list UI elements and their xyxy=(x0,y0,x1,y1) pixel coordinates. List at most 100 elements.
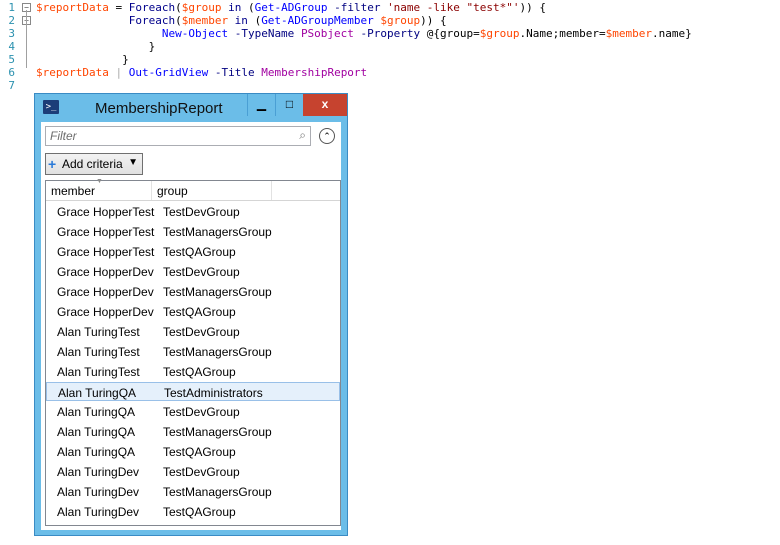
add-criteria-label: Add criteria xyxy=(62,157,123,171)
filter-input[interactable] xyxy=(48,128,288,144)
code-line[interactable]: 3 New-Object -TypeName PSobject -Propert… xyxy=(0,27,780,40)
code-token: $reportData xyxy=(36,1,109,14)
line-number: 3 xyxy=(8,27,15,40)
table-row[interactable]: Grace HopperTest TestQAGroup xyxy=(46,242,340,261)
code-token: )) { xyxy=(519,1,547,14)
table-row[interactable]: Alan TuringTest TestDevGroup xyxy=(46,322,340,341)
group-cell: TestManagersGroup xyxy=(163,425,272,439)
member-cell: Alan TuringTest xyxy=(57,345,140,359)
code-token: )) { xyxy=(420,14,447,27)
group-cell: TestDevGroup xyxy=(163,325,240,339)
member-cell: Grace HopperTest xyxy=(57,225,155,239)
window-client-area: ⌕ ⌃ + Add criteria ▼ ▼ member group Grac… xyxy=(41,122,341,530)
table-row[interactable]: Grace HopperDev TestManagersGroup xyxy=(46,282,340,301)
code-token: ( xyxy=(247,1,255,14)
results-grid[interactable]: ▼ member group Grace HopperTest TestDevGr… xyxy=(45,178,341,526)
group-cell: TestQAGroup xyxy=(163,245,236,259)
code-token: Foreach xyxy=(128,14,176,27)
code-token: $group xyxy=(479,27,520,40)
member-cell: Grace HopperDev xyxy=(57,305,154,319)
code-token: | xyxy=(108,66,129,79)
table-row[interactable]: Alan TuringDev TestQAGroup xyxy=(46,502,340,521)
member-cell: Alan TuringQA xyxy=(58,386,137,400)
code-token: MembershipReport xyxy=(261,66,368,79)
member-cell: Alan TuringTest xyxy=(57,325,140,339)
table-row[interactable]: Alan TuringQA TestAdministrators xyxy=(46,382,340,401)
add-criteria-button[interactable]: + Add criteria ▼ xyxy=(45,153,143,175)
code-token: } xyxy=(36,40,156,53)
group-cell: TestManagersGroup xyxy=(163,345,272,359)
title-bar[interactable]: >_ MembershipReport ▁ □ x xyxy=(35,94,347,122)
table-row[interactable]: Alan TuringQA TestManagersGroup xyxy=(46,422,340,441)
gridview-window: >_ MembershipReport ▁ □ x ⌕ ⌃ + Add crit… xyxy=(34,93,348,536)
code-token: 'name -like "test*"' xyxy=(387,1,520,14)
code-text: Foreach($member in (Get-ADGroupMember $g… xyxy=(36,14,447,27)
code-token: $group xyxy=(380,14,421,27)
group-cell: TestDevGroup xyxy=(163,465,240,479)
member-cell: Grace HopperDev xyxy=(57,285,154,299)
line-number: 5 xyxy=(8,53,15,66)
code-token: PSobject xyxy=(300,27,354,40)
code-token: New-Object xyxy=(161,27,229,40)
column-header-group[interactable]: group xyxy=(152,181,272,200)
table-row[interactable]: Alan TuringQA TestDevGroup xyxy=(46,402,340,421)
code-text: } xyxy=(36,53,129,66)
code-token: Foreach xyxy=(128,1,176,14)
minimize-button[interactable]: ▁ xyxy=(247,94,275,116)
table-row[interactable]: Grace HopperDev TestQAGroup xyxy=(46,302,340,321)
line-number: 2 xyxy=(8,14,15,27)
code-line[interactable]: 1− $reportData = Foreach($group in (Get-A… xyxy=(0,1,780,14)
line-number: 4 xyxy=(8,40,15,53)
table-row[interactable]: Grace HopperDev TestDevGroup xyxy=(46,262,340,281)
code-token: $group xyxy=(181,1,222,14)
code-token: Get-ADGroup xyxy=(254,1,328,14)
script-editor[interactable]: 1− $reportData = Foreach($group in (Get-A… xyxy=(0,0,780,92)
code-line[interactable]: 5 } xyxy=(0,53,780,66)
group-cell: TestQAGroup xyxy=(163,365,236,379)
collapse-criteria-button[interactable]: ⌃ xyxy=(319,128,335,144)
group-cell: TestManagersGroup xyxy=(163,485,272,499)
group-cell: TestDevGroup xyxy=(163,205,240,219)
column-header-label: member xyxy=(51,184,96,198)
table-row[interactable]: Alan TuringDev TestManagersGroup xyxy=(46,482,340,501)
table-row[interactable]: Alan TuringDev TestDevGroup xyxy=(46,462,340,481)
code-token: in xyxy=(221,1,248,14)
code-line[interactable]: 4 } xyxy=(0,40,780,53)
code-line[interactable]: 7 xyxy=(0,79,780,92)
line-number: 6 xyxy=(8,66,15,79)
line-number: 1 xyxy=(8,1,15,14)
table-row[interactable]: Grace HopperTest TestManagersGroup xyxy=(46,222,340,241)
table-row[interactable]: Alan TuringTest TestQAGroup xyxy=(46,362,340,381)
table-row[interactable]: Alan TuringTest TestManagersGroup xyxy=(46,342,340,361)
code-token: -Title xyxy=(214,66,255,79)
filter-box[interactable]: ⌕ xyxy=(45,126,311,146)
code-token: .name} xyxy=(651,27,692,40)
maximize-button[interactable]: □ xyxy=(275,94,303,116)
code-token: Out-GridView xyxy=(128,66,209,79)
member-cell: Alan TuringQA xyxy=(57,425,136,439)
table-row[interactable]: Grace HopperTest TestDevGroup xyxy=(46,202,340,221)
code-line[interactable]: 6 $reportData | Out-GridView -Title Membe… xyxy=(0,66,780,79)
dropdown-arrow-icon: ▼ xyxy=(128,157,138,168)
member-cell: Alan TuringDev xyxy=(57,485,140,499)
code-token: .Name;member= xyxy=(519,27,606,40)
group-cell: TestDevGroup xyxy=(163,265,240,279)
code-line[interactable]: 2− Foreach($member in (Get-ADGroupMember… xyxy=(0,14,780,27)
close-button[interactable]: x xyxy=(303,94,347,116)
table-row[interactable]: Alan TuringQA TestQAGroup xyxy=(46,442,340,461)
member-cell: Alan TuringDev xyxy=(57,505,140,519)
member-cell: Grace HopperTest xyxy=(57,245,155,259)
member-cell: Alan TuringQA xyxy=(57,405,136,419)
code-token: $member xyxy=(181,14,229,27)
group-cell: TestDevGroup xyxy=(163,405,240,419)
column-header-member[interactable]: ▼ member xyxy=(46,178,152,200)
code-token: -filter xyxy=(334,1,381,14)
member-cell: Alan TuringDev xyxy=(57,465,140,479)
powershell-icon: >_ xyxy=(43,100,59,114)
group-cell: TestQAGroup xyxy=(163,305,236,319)
code-token: = xyxy=(108,1,129,14)
code-token: @{group= xyxy=(420,27,480,40)
